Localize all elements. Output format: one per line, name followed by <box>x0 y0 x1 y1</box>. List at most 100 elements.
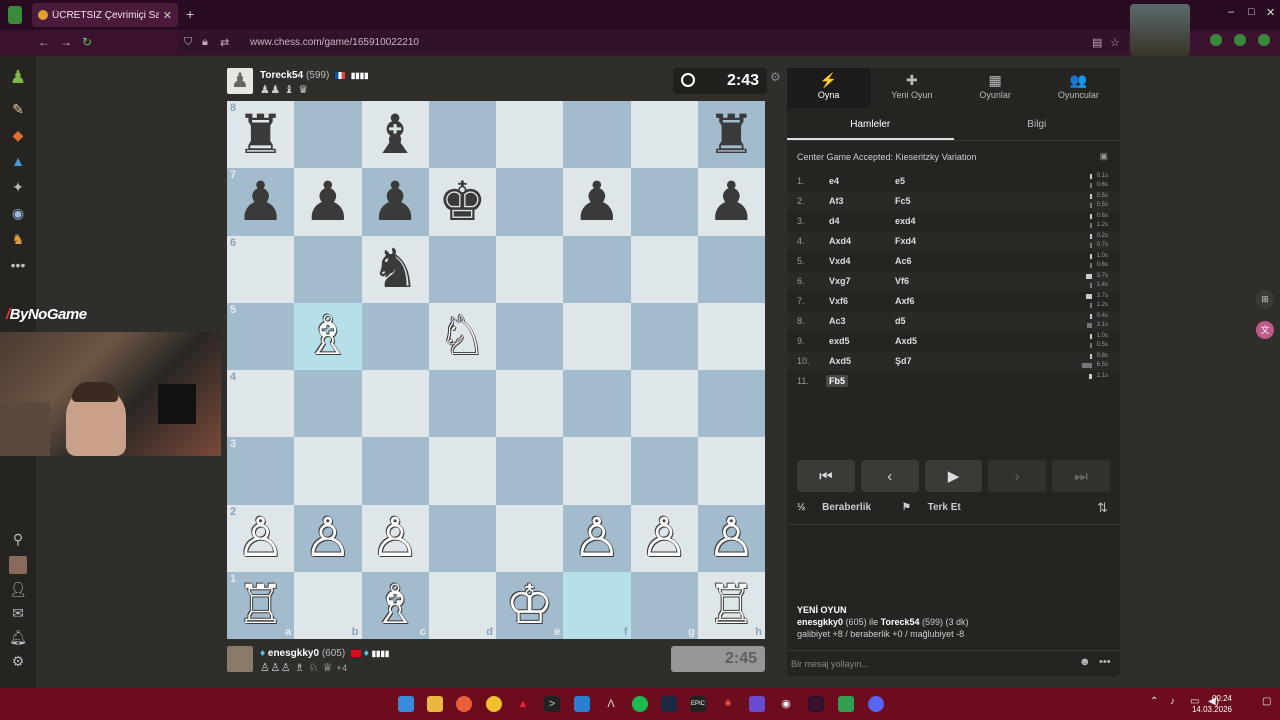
vscode-icon[interactable] <box>574 696 590 712</box>
tray-chevron-icon[interactable]: ⌃ <box>1150 696 1158 707</box>
black-move[interactable]: exd4 <box>895 216 916 226</box>
black-move[interactable]: Vf6 <box>895 276 909 286</box>
new-game-player2[interactable]: Toreck54 <box>881 617 920 627</box>
close-tab-icon[interactable]: ✕ <box>163 9 172 22</box>
top-player-avatar[interactable]: ♟ <box>227 68 253 94</box>
square-a4[interactable]: 4 <box>227 370 295 438</box>
resign-button[interactable]: ⚑ Terk Et <box>902 502 975 513</box>
discord-icon[interactable] <box>868 696 884 712</box>
top-player-name[interactable]: Toreck54 (599) ▮▮▮▮ <box>260 70 369 81</box>
square-b8[interactable] <box>294 101 362 169</box>
more-icon[interactable]: ••• <box>9 256 27 274</box>
previous-move-button[interactable]: ‹ <box>860 460 919 492</box>
black-move[interactable]: Fc5 <box>895 196 911 206</box>
file-explorer-icon[interactable] <box>427 696 443 712</box>
offer-draw-button[interactable]: ½ Beraberlik <box>797 502 885 513</box>
square-g7[interactable] <box>630 168 698 236</box>
bottom-player-name[interactable]: ♦ enesgkky0 (605) ♦ ▮▮▮▮ <box>260 648 389 659</box>
terminal-icon[interactable]: > <box>544 696 560 712</box>
app-icon[interactable]: ▲ <box>515 696 531 712</box>
square-b7[interactable]: ♟ <box>294 168 362 236</box>
black-move[interactable]: Ac6 <box>895 256 912 266</box>
opening-name[interactable]: Center Game Accepted: Kieseritzky Variat… <box>797 152 976 162</box>
square-d7[interactable]: ♚ <box>428 168 496 236</box>
minimize-icon[interactable]: – <box>1228 6 1234 18</box>
white-move[interactable]: Af3 <box>829 196 844 206</box>
back-icon[interactable]: ← <box>38 35 50 49</box>
white-piece-a1[interactable]: ♖ <box>236 578 284 632</box>
reload-icon[interactable]: ↻ <box>82 35 92 49</box>
bottom-player-username[interactable]: enesgkky0 <box>268 648 319 659</box>
square-c7[interactable]: ♟ <box>361 168 429 236</box>
white-piece-b5[interactable]: ♗ <box>304 309 352 363</box>
square-e3[interactable] <box>496 437 564 505</box>
puzzles-icon[interactable]: ✎ <box>9 100 27 118</box>
square-d8[interactable] <box>428 101 496 169</box>
board-settings-gear-icon[interactable]: ⚙ <box>770 70 781 84</box>
last-move-button[interactable]: ⏭ <box>1052 460 1110 492</box>
white-piece-d5[interactable]: ♘ <box>438 309 486 363</box>
square-h5[interactable] <box>697 302 765 370</box>
app-icon[interactable]: Λ <box>603 696 619 712</box>
address-bar[interactable]: ⛉ 🔒︎ ⇄ www.chess.com/game/165910022210 ▤… <box>178 33 1128 53</box>
white-move[interactable]: Axd5 <box>829 356 851 366</box>
black-piece-c7[interactable]: ♟ <box>371 175 419 229</box>
square-a6[interactable]: 6 <box>227 235 295 303</box>
white-move[interactable]: Ac3 <box>829 316 846 326</box>
square-c1[interactable]: c ♗ <box>361 571 429 639</box>
white-piece-c2[interactable]: ♙ <box>371 511 419 565</box>
lessons-icon[interactable]: ▲ <box>9 152 27 170</box>
friends-icon[interactable]: 👤︎ <box>9 580 27 598</box>
square-a1[interactable]: 1 a ♖ <box>227 571 295 639</box>
black-move[interactable]: d5 <box>895 316 906 326</box>
square-d4[interactable] <box>428 370 496 438</box>
square-h2[interactable]: ♙ <box>697 504 765 572</box>
chess-board[interactable]: 8 ♜ ♝ ♜ 7 ♟ ♟ ♟ ♚ ♟ ♟ 6 ♞ 5 ♗ ♘ 4 3 2 ♙ ♙ ♙ ♙ ♙ ♙ 1 a ♖ b c ♗ d e ♔ f g h ♖ <box>227 101 765 639</box>
steam-icon[interactable] <box>661 696 677 712</box>
messages-icon[interactable]: ✉ <box>9 604 27 622</box>
white-move[interactable]: Fb5 <box>826 375 849 387</box>
square-f8[interactable] <box>563 101 631 169</box>
square-g4[interactable] <box>630 370 698 438</box>
black-piece-c6[interactable]: ♞ <box>371 242 419 296</box>
subtab-hamleler[interactable]: Hamleler <box>787 108 954 140</box>
square-h7[interactable]: ♟ <box>697 168 765 236</box>
black-move[interactable]: Fxd4 <box>895 236 916 246</box>
square-d6[interactable] <box>428 235 496 303</box>
white-piece-e1[interactable]: ♔ <box>505 578 553 632</box>
square-c3[interactable] <box>361 437 429 505</box>
top-player-username[interactable]: Toreck54 <box>260 70 303 81</box>
white-move[interactable]: Vxf6 <box>829 296 848 306</box>
floating-tool-icon[interactable]: ⊞ <box>1256 290 1274 308</box>
square-f3[interactable] <box>563 437 631 505</box>
chat-options-icon[interactable]: ••• <box>1099 656 1111 668</box>
browser-tab[interactable]: ÜCRETSİZ Çevrimiçi Satranç ✕ <box>32 3 178 27</box>
square-h6[interactable] <box>697 235 765 303</box>
close-window-icon[interactable]: ✕ <box>1266 6 1275 19</box>
square-b4[interactable] <box>294 370 362 438</box>
opening-book-icon[interactable]: ▣ <box>1099 151 1108 162</box>
chrome-icon[interactable] <box>486 696 502 712</box>
app-icon[interactable]: ✷ <box>720 696 736 712</box>
square-d3[interactable] <box>428 437 496 505</box>
first-move-button[interactable]: ⏮ <box>797 460 855 492</box>
square-g1[interactable]: g <box>630 571 698 639</box>
square-a3[interactable]: 3 <box>227 437 295 505</box>
extension-icon[interactable] <box>1234 34 1246 46</box>
start-windows-icon[interactable] <box>398 696 414 712</box>
square-d1[interactable]: d <box>428 571 496 639</box>
menu-icon[interactable] <box>1258 34 1270 46</box>
black-move[interactable]: e5 <box>895 176 905 186</box>
white-piece-h1[interactable]: ♖ <box>707 578 755 632</box>
square-d5[interactable]: ♘ <box>428 302 496 370</box>
white-move[interactable]: exd5 <box>829 336 850 346</box>
flip-board-icon[interactable]: ⇅ <box>1097 500 1108 516</box>
square-a7[interactable]: 7 ♟ <box>227 168 295 236</box>
square-f5[interactable] <box>563 302 631 370</box>
square-d2[interactable] <box>428 504 496 572</box>
square-a8[interactable]: 8 ♜ <box>227 101 295 169</box>
square-b6[interactable] <box>294 235 362 303</box>
square-e1[interactable]: e ♔ <box>496 571 564 639</box>
square-f2[interactable]: ♙ <box>563 504 631 572</box>
extension-icon[interactable] <box>1210 34 1222 46</box>
